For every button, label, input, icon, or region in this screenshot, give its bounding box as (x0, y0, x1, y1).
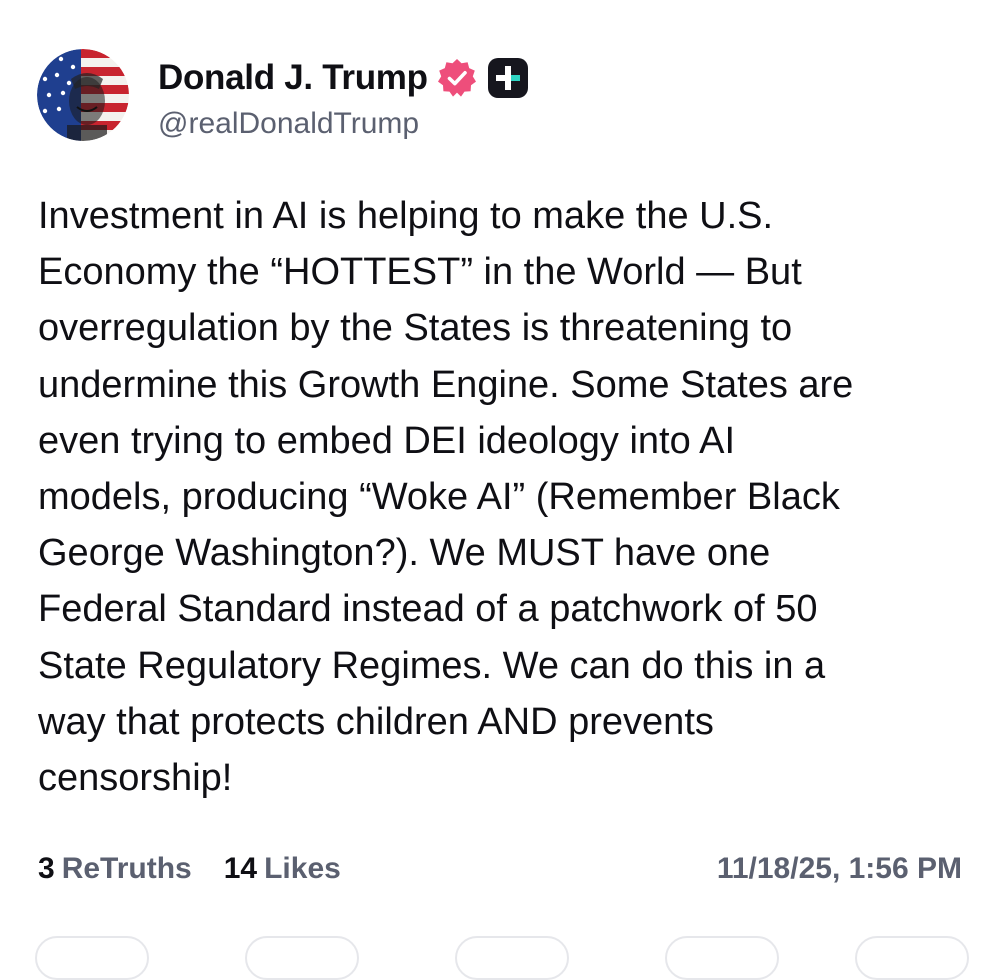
author-handle[interactable]: @realDonaldTrump (158, 107, 419, 141)
display-name-row: Donald J. Trump (158, 56, 530, 100)
likes-count: 14 (223, 852, 258, 885)
retruths-label: ReTruths (61, 852, 192, 885)
verified-badge-icon (437, 59, 476, 97)
post-timestamp: 11/18/25, 1:56 PM (716, 852, 962, 885)
action-bar (0, 928, 1000, 980)
likes-label: Likes (264, 852, 341, 885)
post-body-text: Investment in AI is helping to make the … (38, 195, 854, 800)
retruths-stat[interactable]: 3 ReTruths (38, 852, 192, 886)
likes-stat[interactable]: 14 Likes (224, 852, 341, 886)
flag-portrait-avatar-icon (37, 49, 129, 141)
post-stats: 3 ReTruths 14 Likes (38, 852, 373, 886)
avatar[interactable] (37, 49, 129, 141)
display-name[interactable]: Donald J. Trump (158, 58, 428, 98)
truth-post: Donald J. Trump @realDonaldTrump Investm… (0, 0, 1000, 980)
retruths-count: 3 (38, 852, 55, 885)
truth-plus-icon (487, 58, 528, 98)
